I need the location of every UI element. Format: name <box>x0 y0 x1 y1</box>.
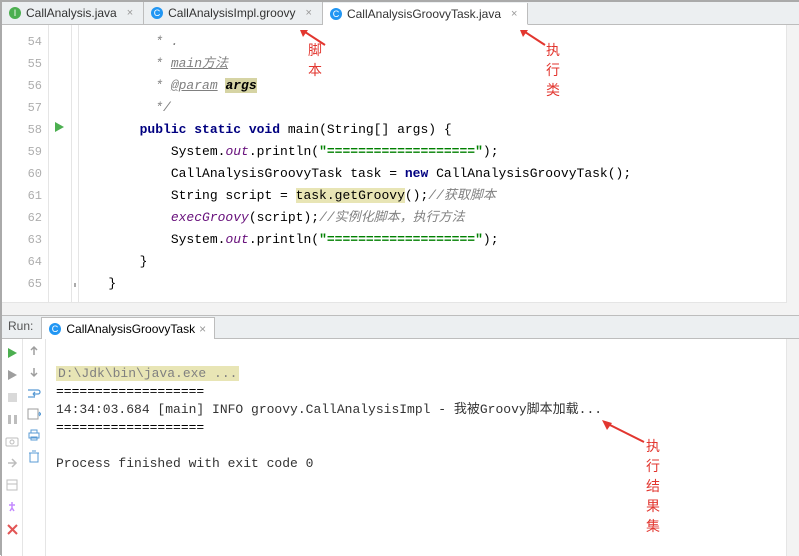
run-tab[interactable]: C CallAnalysisGroovyTask × <box>41 317 215 339</box>
export-icon[interactable] <box>4 455 20 471</box>
close-icon[interactable]: × <box>304 7 314 19</box>
method-separator <box>72 25 79 315</box>
close-panel-icon[interactable] <box>4 521 20 537</box>
class-icon: C <box>48 322 62 336</box>
run-toolbar-console <box>23 339 46 556</box>
class-icon: C <box>150 6 164 20</box>
class-icon: C <box>329 7 343 21</box>
close-icon[interactable]: × <box>199 322 206 336</box>
tab-label: CallAnalysisGroovyTask.java <box>347 7 501 21</box>
run-line-icon[interactable] <box>53 121 65 136</box>
editor-tab-bar: I CallAnalysis.java × C CallAnalysisImpl… <box>2 2 799 25</box>
run-tab-label: CallAnalysisGroovyTask <box>66 322 195 336</box>
svg-text:C: C <box>333 9 340 19</box>
stop-icon[interactable] <box>4 389 20 405</box>
vertical-scrollbar[interactable] <box>786 339 799 556</box>
tab-call-analysis-impl-groovy[interactable]: C CallAnalysisImpl.groovy × <box>144 2 323 24</box>
interface-icon: I <box>8 6 22 20</box>
tab-call-analysis-groovy-task-java[interactable]: C CallAnalysisGroovyTask.java × <box>323 3 529 25</box>
console-finished-line: Process finished with exit code 0 <box>56 456 313 471</box>
console-log-line: 14:34:03.684 [main] INFO groovy.CallAnal… <box>56 402 602 417</box>
console-separator: =================== <box>56 420 204 435</box>
scroll-to-end-icon[interactable] <box>27 408 41 423</box>
run-gutter <box>49 25 72 315</box>
rerun-icon[interactable] <box>4 345 20 361</box>
svg-text:I: I <box>14 8 17 18</box>
print-icon[interactable] <box>27 429 41 444</box>
code-editor[interactable]: * . * main方法 * @param args */ public sta… <box>79 25 631 315</box>
close-icon[interactable]: × <box>125 7 135 19</box>
run-label: Run: <box>2 316 41 338</box>
horizontal-scrollbar[interactable] <box>2 302 787 315</box>
console-exe-line: D:\Jdk\bin\java.exe ... <box>56 366 239 381</box>
tab-label: CallAnalysisImpl.groovy <box>168 6 295 20</box>
pin-icon[interactable] <box>4 499 20 515</box>
scroll-down-icon[interactable] <box>28 366 40 381</box>
tab-call-analysis-java[interactable]: I CallAnalysis.java × <box>2 2 144 24</box>
pause-icon[interactable] <box>4 411 20 427</box>
line-gutter: 545556575859606162636465 <box>2 25 49 315</box>
run-toolbar-left <box>2 339 23 556</box>
console-separator: =================== <box>56 384 204 399</box>
scroll-up-icon[interactable] <box>28 345 40 360</box>
close-icon[interactable]: × <box>509 8 519 20</box>
run-with-icon[interactable] <box>4 367 20 383</box>
svg-text:C: C <box>154 8 161 18</box>
vertical-scrollbar[interactable] <box>786 25 799 315</box>
layout-icon[interactable] <box>4 477 20 493</box>
tab-label: CallAnalysis.java <box>26 6 117 20</box>
run-panel-header: Run: C CallAnalysisGroovyTask × <box>2 316 799 339</box>
clear-icon[interactable] <box>28 450 40 467</box>
camera-icon[interactable] <box>4 433 20 449</box>
editor-pane: 545556575859606162636465 * . * main方法 * … <box>2 25 799 316</box>
run-panel-body: D:\Jdk\bin\java.exe ... ================… <box>2 339 799 556</box>
svg-text:C: C <box>52 324 59 334</box>
console-output[interactable]: D:\Jdk\bin\java.exe ... ================… <box>46 339 799 556</box>
soft-wrap-icon[interactable] <box>27 387 41 402</box>
